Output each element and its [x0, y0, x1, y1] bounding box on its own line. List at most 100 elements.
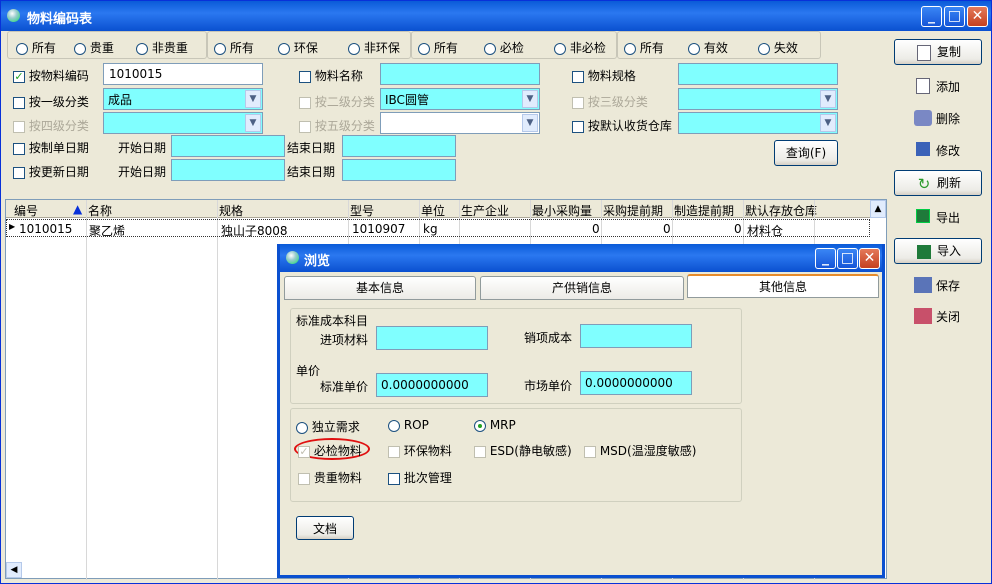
scroll-left-button[interactable]: ◀: [6, 562, 22, 578]
close-window-button[interactable]: 关闭: [894, 303, 982, 329]
update-date-checkbox[interactable]: 按更新日期: [13, 163, 89, 180]
chevron-down-icon: ▼: [245, 90, 261, 108]
tab-other-info[interactable]: 其他信息: [687, 274, 879, 298]
create-start-date-input[interactable]: [171, 135, 285, 157]
cat3-select[interactable]: ▼: [678, 88, 838, 110]
radio-valid-all[interactable]: 所有: [624, 39, 664, 56]
window-title: 物料编码表: [27, 8, 92, 27]
radio-non-eco[interactable]: 非环保: [348, 39, 400, 56]
delete-button[interactable]: 删除: [894, 105, 982, 131]
update-start-date-input[interactable]: [171, 159, 285, 181]
save-icon: [914, 277, 932, 293]
radio-invalid[interactable]: 失效: [758, 39, 798, 56]
dialog-close-button[interactable]: ✕: [859, 248, 880, 269]
export-button[interactable]: 导出: [894, 204, 982, 230]
dialog-maximize-button[interactable]: □: [837, 248, 858, 269]
column-header[interactable]: 采购提前期: [603, 202, 663, 219]
excel-icon: [917, 245, 931, 259]
column-header[interactable]: 编号: [14, 202, 38, 219]
code-filter-checkbox[interactable]: ✓ 按物料编码: [13, 67, 89, 84]
app-icon: [7, 9, 20, 22]
name-filter-checkbox[interactable]: 物料名称: [299, 67, 363, 84]
column-header[interactable]: 名称: [88, 202, 112, 219]
cat2-filter-checkbox[interactable]: 按二级分类: [299, 93, 375, 110]
cat4-filter-checkbox[interactable]: 按四级分类: [13, 117, 89, 134]
valuable-checkbox[interactable]: 贵重物料: [298, 469, 362, 486]
radio-eco-all[interactable]: 所有: [214, 39, 254, 56]
document-icon: [916, 78, 930, 94]
app-icon: [286, 251, 299, 264]
column-header[interactable]: 型号: [350, 202, 374, 219]
close-button[interactable]: ✕: [967, 6, 988, 27]
dialog-minimize-button[interactable]: _: [815, 248, 836, 269]
spec-filter-checkbox[interactable]: 物料规格: [572, 67, 636, 84]
filter-group-inspect: 所有 必检 非必检: [411, 31, 617, 59]
column-header[interactable]: 生产企业: [461, 202, 509, 219]
tab-basic-info[interactable]: 基本信息: [284, 276, 476, 300]
material-input[interactable]: [376, 326, 488, 350]
column-header[interactable]: 单位: [421, 202, 445, 219]
warehouse-filter-checkbox[interactable]: 按默认收货仓库: [572, 117, 672, 134]
cat2-select[interactable]: IBC圆管▼: [380, 88, 540, 110]
refresh-button[interactable]: ↻刷新: [894, 170, 982, 196]
update-end-date-input[interactable]: [342, 159, 456, 181]
save-button[interactable]: 保存: [894, 272, 982, 298]
column-header[interactable]: 制造提前期: [674, 202, 734, 219]
scroll-up-button[interactable]: ▲: [870, 200, 886, 218]
market-price-input[interactable]: 0.0000000000: [580, 371, 692, 395]
tab-supply-info[interactable]: 产供销信息: [480, 276, 684, 300]
refresh-icon: ↻: [917, 176, 931, 192]
radio-non-valuable[interactable]: 非贵重: [136, 39, 188, 56]
chevron-down-icon: ▼: [820, 90, 836, 108]
title-bar: 物料编码表 _ □ ✕: [1, 1, 991, 31]
copy-button[interactable]: 复制: [894, 39, 982, 65]
radio-valuable[interactable]: 贵重: [74, 39, 114, 56]
query-button[interactable]: 查询(F): [774, 140, 838, 166]
code-input[interactable]: 1010015: [103, 63, 263, 85]
import-button[interactable]: 导入: [894, 238, 982, 264]
radio-valid[interactable]: 有效: [688, 39, 728, 56]
column-header[interactable]: 默认存放仓库: [745, 202, 817, 219]
edit-button[interactable]: 修改: [894, 137, 982, 163]
chevron-down-icon: ▼: [522, 114, 538, 132]
radio-rop[interactable]: ROP: [388, 418, 429, 432]
add-button[interactable]: 添加: [894, 73, 982, 99]
batch-checkbox[interactable]: 批次管理: [388, 469, 452, 486]
table-row[interactable]: ▶ 1010015 聚乙烯 独山子8008 1010907 kg 0 0 0 材…: [6, 219, 870, 237]
column-header[interactable]: 最小采购量: [532, 202, 592, 219]
cat5-filter-checkbox[interactable]: 按五级分类: [299, 117, 375, 134]
cat1-select[interactable]: 成品▼: [103, 88, 263, 110]
create-date-checkbox[interactable]: 按制单日期: [13, 139, 89, 156]
radio-inspect[interactable]: 必检: [484, 39, 524, 56]
name-input[interactable]: [380, 63, 540, 85]
document-button[interactable]: 文档: [296, 516, 354, 540]
price-section-label: 单价: [296, 362, 320, 379]
eco-checkbox[interactable]: 环保物料: [388, 442, 452, 459]
msd-checkbox[interactable]: MSD(温湿度敏感): [584, 442, 696, 459]
create-end-date-input[interactable]: [342, 135, 456, 157]
radio-eco[interactable]: 环保: [278, 39, 318, 56]
std-price-input[interactable]: 0.0000000000: [376, 373, 488, 397]
radio-independent-demand[interactable]: 独立需求: [296, 418, 360, 435]
chevron-down-icon: ▼: [245, 114, 261, 132]
cat5-select[interactable]: ▼: [380, 112, 540, 134]
esd-checkbox[interactable]: ESD(静电敏感): [474, 442, 572, 459]
cat1-filter-checkbox[interactable]: 按一级分类: [13, 93, 89, 110]
radio-valuable-all[interactable]: 所有: [16, 39, 56, 56]
cat3-filter-checkbox[interactable]: 按三级分类: [572, 93, 648, 110]
create-end-label: 结束日期: [287, 139, 335, 156]
update-start-label: 开始日期: [118, 163, 166, 180]
cat4-select[interactable]: ▼: [103, 112, 263, 134]
excel-icon: [916, 209, 930, 223]
radio-mrp[interactable]: MRP: [474, 418, 516, 432]
inspect-checkbox[interactable]: ✓ 必检物料: [298, 442, 362, 459]
market-price-label: 市场单价: [524, 377, 572, 394]
radio-non-inspect[interactable]: 非必检: [554, 39, 606, 56]
warehouse-select[interactable]: ▼: [678, 112, 838, 134]
minimize-button[interactable]: _: [921, 6, 942, 27]
column-header[interactable]: 规格: [219, 202, 243, 219]
spec-input[interactable]: [678, 63, 838, 85]
radio-inspect-all[interactable]: 所有: [418, 39, 458, 56]
maximize-button[interactable]: □: [944, 6, 965, 27]
sales-cost-input[interactable]: [580, 324, 692, 348]
